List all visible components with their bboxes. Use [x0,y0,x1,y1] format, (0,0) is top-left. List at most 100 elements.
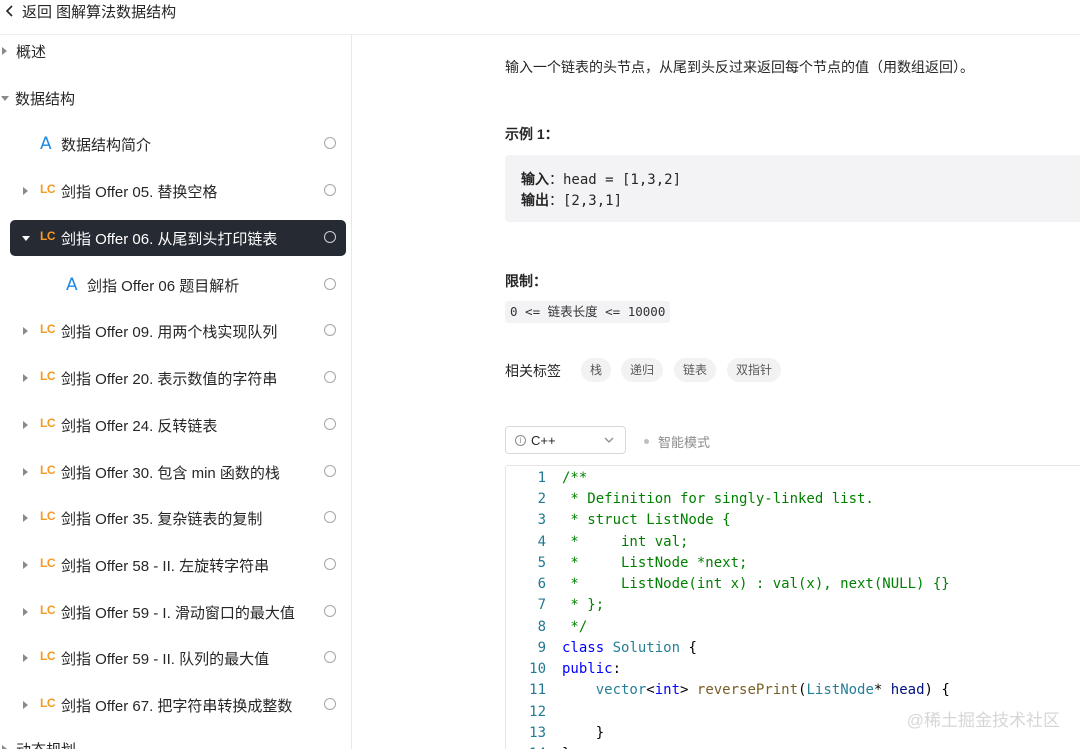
code-line: * Definition for singly-linked list. [562,491,874,507]
lc-badge-icon: LC [40,463,56,477]
item-label: 剑指 Offer 59 - I. 滑动窗口的最大值 [61,605,295,622]
tag-linked-list[interactable]: 链表 [674,358,717,382]
status-circle[interactable] [324,184,336,196]
lc-badge-icon: LC [40,556,56,570]
limit-code: 0 <= 链表长度 <= 10000 [505,301,671,323]
section-overview[interactable]: 概述 [0,36,46,66]
section-label: 概述 [16,43,47,61]
code-line: public: [562,661,622,677]
status-circle[interactable] [324,324,336,336]
status-circle[interactable] [324,278,336,290]
sidebar-item[interactable]: LC 剑指 Offer 05. 替换空格 [10,173,346,209]
example-output: 输出：[2,3,1] [521,190,622,210]
line-number: 9 [537,640,546,656]
language-label: C++ [531,432,556,448]
tag-stack[interactable]: 栈 [581,358,612,382]
code-line: * ListNode *next; [562,555,748,571]
section-label: 数据结构 [15,90,76,108]
item-label: 剑指 Offer 24. 反转链表 [61,418,218,435]
tags-label: 相关标签 [505,363,561,379]
sidebar-item[interactable]: LC 剑指 Offer 09. 用两个栈实现队列 [10,313,346,349]
chevron-down-icon [604,437,614,443]
status-circle[interactable] [324,605,336,617]
status-circle[interactable] [324,231,336,243]
lc-badge-icon: LC [40,649,56,663]
caret-right-icon [23,327,28,335]
output-value: ：[2,3,1] [549,193,623,209]
line-number: 8 [537,619,546,635]
status-circle[interactable] [324,371,336,383]
output-label: 输出 [521,192,549,208]
code-line: vector<int> reversePrint(ListNode* head)… [595,682,950,698]
caret-right-icon [23,374,28,382]
code-line: * struct ListNode { [562,512,731,528]
sidebar-item[interactable]: LC 剑指 Offer 59 - I. 滑动窗口的最大值 [10,594,346,630]
item-label: 剑指 Offer 05. 替换空格 [61,184,218,201]
caret-right-icon [2,47,7,55]
problem-content: 输入一个链表的头节点，从尾到头反过来返回每个节点的值（用数组返回）。 示例 1：… [352,35,1080,749]
line-number: 11 [529,682,546,698]
caret-down-icon [1,95,9,101]
item-label: 剑指 Offer 30. 包含 min 函数的栈 [61,465,280,482]
sidebar-item[interactable]: LC 剑指 Offer 20. 表示数值的字符串 [10,360,346,396]
code-line: */ [562,619,588,635]
sidebar-item[interactable]: LC 剑指 Offer 24. 反转链表 [10,407,346,443]
item-label: 剑指 Offer 35. 复杂链表的复制 [61,511,263,528]
caret-right-icon [23,187,28,195]
language-select[interactable]: i C++ [505,426,626,454]
smart-mode-label: 智能模式 [658,435,711,450]
status-circle[interactable] [324,698,336,710]
section-dynamic-programming[interactable]: 动态规划 [0,734,76,749]
lc-badge-icon: LC [40,603,56,617]
item-label: 剑指 Offer 06. 从尾到头打印链表 [61,231,278,248]
caret-right-icon [23,514,28,522]
item-label: 剑指 Offer 59 - II. 队列的最大值 [61,651,270,668]
status-circle[interactable] [324,137,336,149]
problem-description: 输入一个链表的头节点，从尾到头反过来返回每个节点的值（用数组返回）。 [505,59,974,75]
lc-badge-icon: LC [40,322,56,336]
item-label: 剑指 Offer 67. 把字符串转换成整数 [61,698,293,715]
back-label: 返回 图解算法数据结构 [22,3,177,21]
mode-dot-icon [644,439,649,444]
sidebar-item[interactable]: LC 剑指 Offer 67. 把字符串转换成整数 [10,687,346,723]
sidebar-item-active[interactable]: LC 剑指 Offer 06. 从尾到头打印链表 [10,220,346,256]
line-number: 2 [537,491,546,507]
line-number: 6 [537,576,546,592]
status-circle[interactable] [324,651,336,663]
top-bar: 返回 图解算法数据结构 [0,0,1080,35]
limit-title: 限制： [505,273,547,289]
sidebar-item[interactable]: LC 剑指 Offer 30. 包含 min 函数的栈 [10,454,346,490]
line-number: 7 [537,597,546,613]
lc-badge-icon: LC [40,416,56,430]
line-number: 10 [529,661,546,677]
sidebar-item[interactable]: LC 剑指 Offer 35. 复杂链表的复制 [10,500,346,536]
line-number: 4 [537,534,546,550]
smart-mode-toggle[interactable]: 智能模式 [644,432,710,451]
status-circle[interactable] [324,511,336,523]
sidebar-item[interactable]: A 剑指 Offer 06 题目解析 [10,267,346,303]
lc-badge-icon: LC [40,509,56,523]
status-circle[interactable] [324,465,336,477]
sidebar-item[interactable]: A 数据结构简介 [10,126,346,162]
caret-right-icon [23,608,28,616]
line-number: 3 [537,512,546,528]
item-label: 剑指 Offer 09. 用两个栈实现队列 [61,324,278,341]
article-icon: A [40,134,52,154]
status-circle[interactable] [324,558,336,570]
back-link[interactable]: 返回 图解算法数据结构 [0,0,176,22]
input-label: 输入 [521,171,549,187]
code-line: } [562,725,605,741]
caret-right-icon [2,745,7,749]
example-input: 输入：head = [1,3,2] [521,169,681,189]
section-data-structures[interactable]: 数据结构 [0,83,75,113]
sidebar-item[interactable]: LC 剑指 Offer 59 - II. 队列的最大值 [10,640,346,676]
item-label: 数据结构简介 [61,137,152,154]
tag-two-pointers[interactable]: 双指针 [727,358,782,382]
article-icon: A [66,275,78,295]
tag-recursion[interactable]: 递归 [621,358,664,382]
status-circle[interactable] [324,418,336,430]
code-line: * }; [562,597,605,613]
item-label: 剑指 Offer 06 题目解析 [87,278,240,295]
caret-right-icon [23,421,28,429]
sidebar-item[interactable]: LC 剑指 Offer 58 - II. 左旋转字符串 [10,547,346,583]
